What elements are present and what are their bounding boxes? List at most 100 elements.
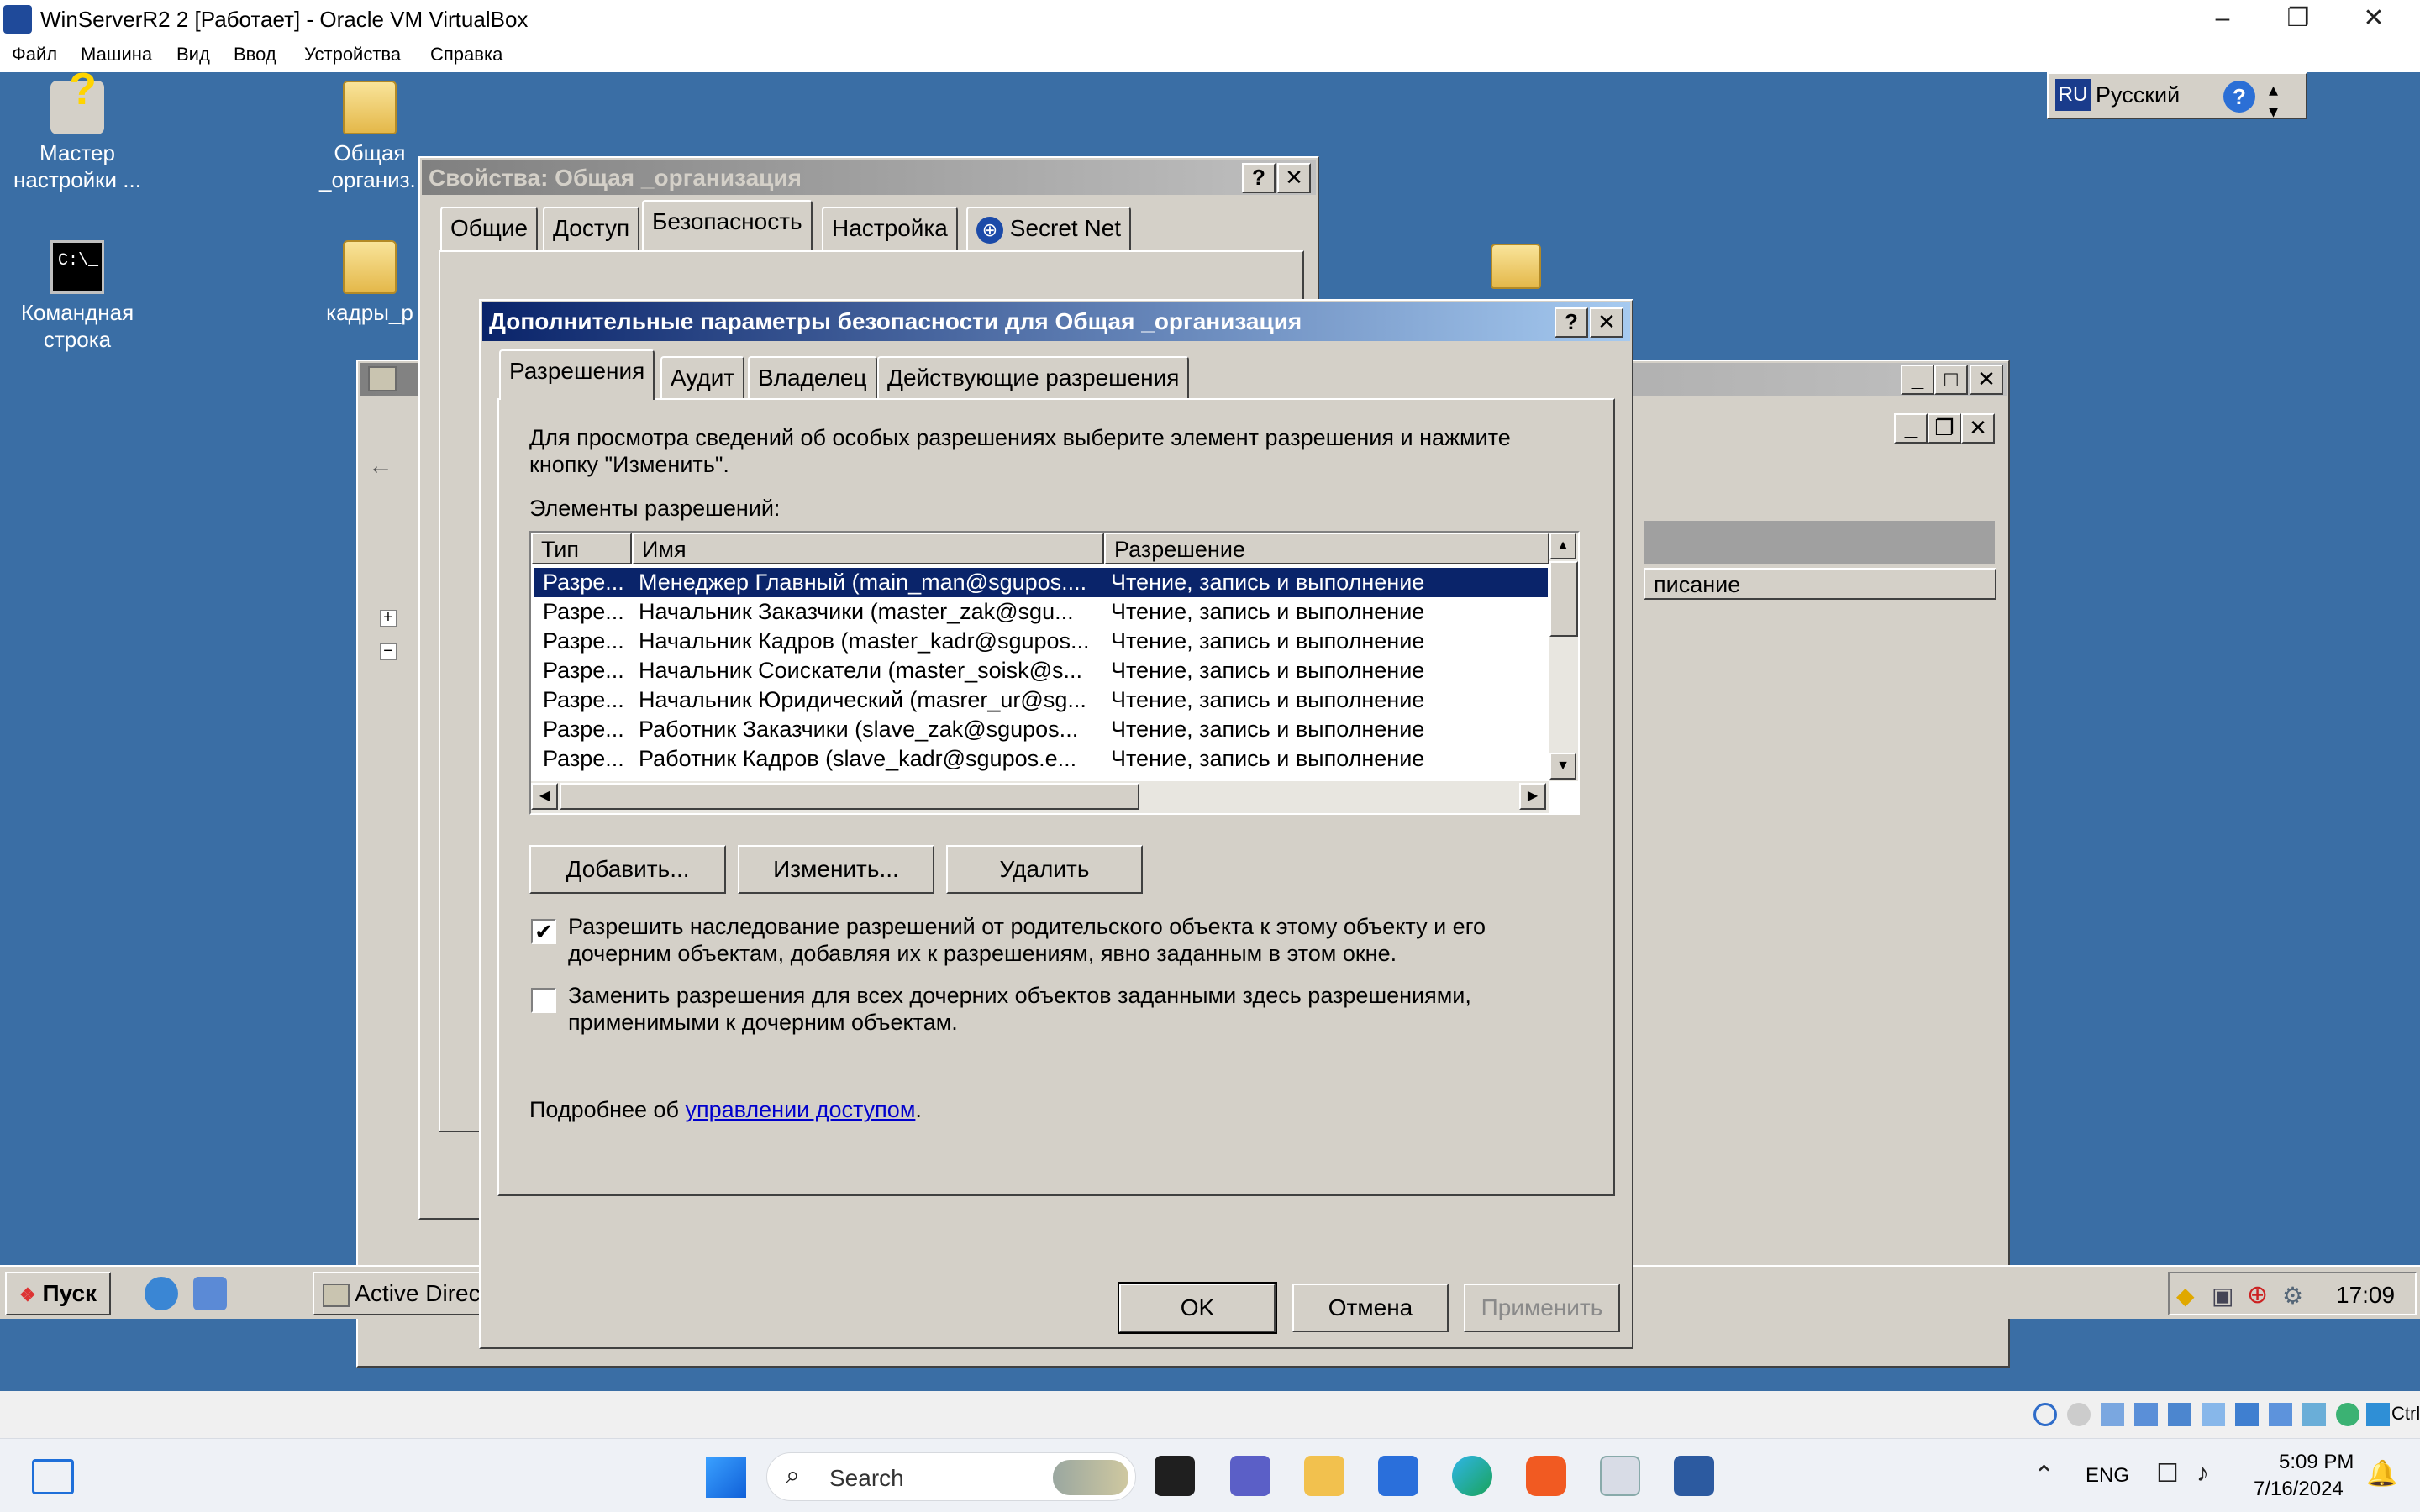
ok-button[interactable]: OK: [1118, 1282, 1277, 1334]
replace-checkbox-label[interactable]: Заменить разрешения для всех дочерних об…: [568, 983, 1471, 1009]
minimize-button[interactable]: –: [2185, 0, 2260, 39]
tab-secret-net[interactable]: ⊕ Secret Net: [966, 207, 1132, 250]
usb-icon[interactable]: [2168, 1403, 2191, 1426]
chevron-up-icon[interactable]: ⌃: [2033, 1461, 2054, 1490]
scrollbar-thumb[interactable]: [560, 783, 1139, 810]
desktop-icon-kadry[interactable]: кадры_р: [319, 240, 420, 326]
back-arrow-icon[interactable]: ←: [368, 452, 398, 482]
network-icon[interactable]: ▣: [2212, 1282, 2233, 1310]
column-header-type[interactable]: Тип: [531, 533, 632, 564]
taskbar-date[interactable]: 7/16/2024: [2254, 1478, 2344, 1501]
menu-file[interactable]: Файл: [12, 44, 57, 66]
volume-icon[interactable]: ♪: [2196, 1459, 2209, 1488]
ad-close-button[interactable]: ✕: [1970, 365, 2003, 395]
scroll-up-arrow[interactable]: ▲: [1549, 533, 1576, 559]
table-row[interactable]: Разре... Работник Кадров (slave_kadr@sgu…: [534, 744, 1548, 774]
desktop-icon-wizard[interactable]: ? Мастер настройки ...: [2, 72, 153, 193]
language-code[interactable]: RU: [2055, 79, 2091, 111]
network-status-icon[interactable]: ☐: [2156, 1459, 2179, 1488]
cpu-icon[interactable]: [2302, 1403, 2326, 1426]
cancel-button[interactable]: Отмена: [1292, 1284, 1449, 1332]
menu-input[interactable]: Ввод: [234, 44, 276, 66]
ad-child-restore-button[interactable]: ❐: [1928, 413, 1961, 444]
dialog-close-button[interactable]: ✕: [1590, 307, 1623, 338]
ad-child-minimize-button[interactable]: _: [1894, 413, 1928, 444]
file-explorer-icon[interactable]: [1304, 1456, 1344, 1496]
teams-icon[interactable]: [1230, 1456, 1270, 1496]
table-row[interactable]: Разре... Начальник Юридический (masrer_u…: [534, 685, 1548, 715]
virtualbox-vm-icon[interactable]: [1600, 1456, 1640, 1496]
security-shield-icon[interactable]: ◆: [2176, 1282, 2195, 1310]
table-row[interactable]: Разре... Менеджер Главный (main_man@sgup…: [534, 568, 1548, 597]
edit-button[interactable]: Изменить...: [738, 845, 934, 894]
tab-audit[interactable]: Аудит: [660, 356, 745, 400]
tree-collapse-icon[interactable]: −: [380, 643, 397, 660]
brave-icon[interactable]: [1526, 1456, 1566, 1496]
menu-help[interactable]: Справка: [430, 44, 502, 66]
ad-child-close-button[interactable]: ✕: [1961, 413, 1995, 444]
replace-checkbox-label[interactable]: применимыми к дочерним объектам.: [568, 1010, 958, 1036]
secret-net-tray-icon[interactable]: ⊕: [2247, 1280, 2268, 1310]
properties-help-button[interactable]: ?: [1242, 163, 1276, 193]
table-row[interactable]: Разре... Начальник Соискатели (master_so…: [534, 656, 1548, 685]
menu-devices[interactable]: Устройства: [304, 44, 401, 66]
tab-effective-permissions[interactable]: Действующие разрешения: [877, 356, 1190, 400]
tab-security[interactable]: Безопасность: [642, 200, 813, 250]
horizontal-scrollbar[interactable]: ◀ ▶: [531, 781, 1549, 813]
disk-icon[interactable]: [2067, 1403, 2091, 1426]
menu-view[interactable]: Вид: [176, 44, 210, 66]
task-view-icon[interactable]: [1155, 1456, 1195, 1496]
optical-drive-icon[interactable]: [2033, 1403, 2057, 1426]
input-language[interactable]: ENG: [2086, 1464, 2129, 1488]
scroll-right-arrow[interactable]: ▶: [1519, 783, 1546, 810]
virtualbox-manager-icon[interactable]: [1674, 1456, 1714, 1496]
scroll-down-arrow[interactable]: ▼: [1549, 753, 1576, 780]
notification-bell-icon[interactable]: 🔔: [2366, 1459, 2397, 1488]
remove-button[interactable]: Удалить: [946, 845, 1143, 894]
replace-checkbox[interactable]: [531, 988, 556, 1013]
ad-minimize-button[interactable]: _: [1901, 365, 1934, 395]
audio-icon[interactable]: [2101, 1403, 2124, 1426]
vertical-scrollbar[interactable]: ▲ ▼: [1549, 533, 1578, 781]
table-row[interactable]: Разре... Начальник Заказчики (master_zak…: [534, 597, 1548, 627]
scroll-left-arrow[interactable]: ◀: [531, 783, 558, 810]
tab-customize[interactable]: Настройка: [822, 207, 958, 250]
ad-maximize-button[interactable]: □: [1934, 365, 1968, 395]
add-button[interactable]: Добавить...: [529, 845, 726, 894]
properties-close-button[interactable]: ✕: [1277, 163, 1311, 193]
table-row[interactable]: Разре... Работник Заказчики (slave_zak@s…: [534, 715, 1548, 744]
folder-icon[interactable]: [1491, 244, 1541, 289]
ad-column-description[interactable]: писание: [1644, 568, 1996, 600]
tree-expand-icon[interactable]: +: [380, 609, 397, 627]
dialog-help-button[interactable]: ?: [1555, 307, 1588, 338]
language-label[interactable]: Русский: [2096, 82, 2180, 108]
tab-owner[interactable]: Владелец: [748, 356, 877, 400]
edge-icon[interactable]: [1452, 1456, 1492, 1496]
shared-folders-icon[interactable]: [2202, 1403, 2225, 1426]
network-adapter-icon[interactable]: [2134, 1403, 2158, 1426]
menu-machine[interactable]: Машина: [81, 44, 152, 66]
desktop-icon-shared-org[interactable]: Общая _организ...: [319, 81, 428, 193]
guest-additions-icon[interactable]: [2336, 1403, 2360, 1426]
widgets-icon[interactable]: [32, 1459, 74, 1494]
apply-button[interactable]: Применить: [1464, 1284, 1620, 1332]
start-button[interactable]: ❖ Пуск: [5, 1272, 111, 1315]
column-header-permission[interactable]: Разрешение: [1104, 533, 1549, 564]
help-icon[interactable]: ?: [2223, 81, 2255, 113]
close-button[interactable]: ✕: [2336, 0, 2412, 39]
table-row[interactable]: Разре... Начальник Кадров (master_kadr@s…: [534, 627, 1548, 656]
tab-general[interactable]: Общие: [440, 207, 539, 250]
microsoft-store-icon[interactable]: [1378, 1456, 1418, 1496]
inherit-checkbox[interactable]: ✔: [531, 919, 556, 944]
internet-explorer-icon[interactable]: [145, 1277, 178, 1310]
tray-app-icon[interactable]: ⚙: [2282, 1282, 2303, 1310]
restore-button[interactable]: ❐: [2260, 0, 2336, 39]
recording-icon[interactable]: [2269, 1403, 2292, 1426]
windows-start-icon[interactable]: [706, 1457, 746, 1498]
tab-permissions[interactable]: Разрешения: [499, 349, 655, 400]
column-header-name[interactable]: Имя: [632, 533, 1104, 564]
inherit-checkbox-label[interactable]: Разрешить наследование разрешений от род…: [568, 914, 1486, 940]
taskbar-search-box[interactable]: ⌕ Search: [766, 1452, 1136, 1501]
mouse-integration-icon[interactable]: [2366, 1403, 2390, 1426]
display-icon[interactable]: [2235, 1403, 2259, 1426]
